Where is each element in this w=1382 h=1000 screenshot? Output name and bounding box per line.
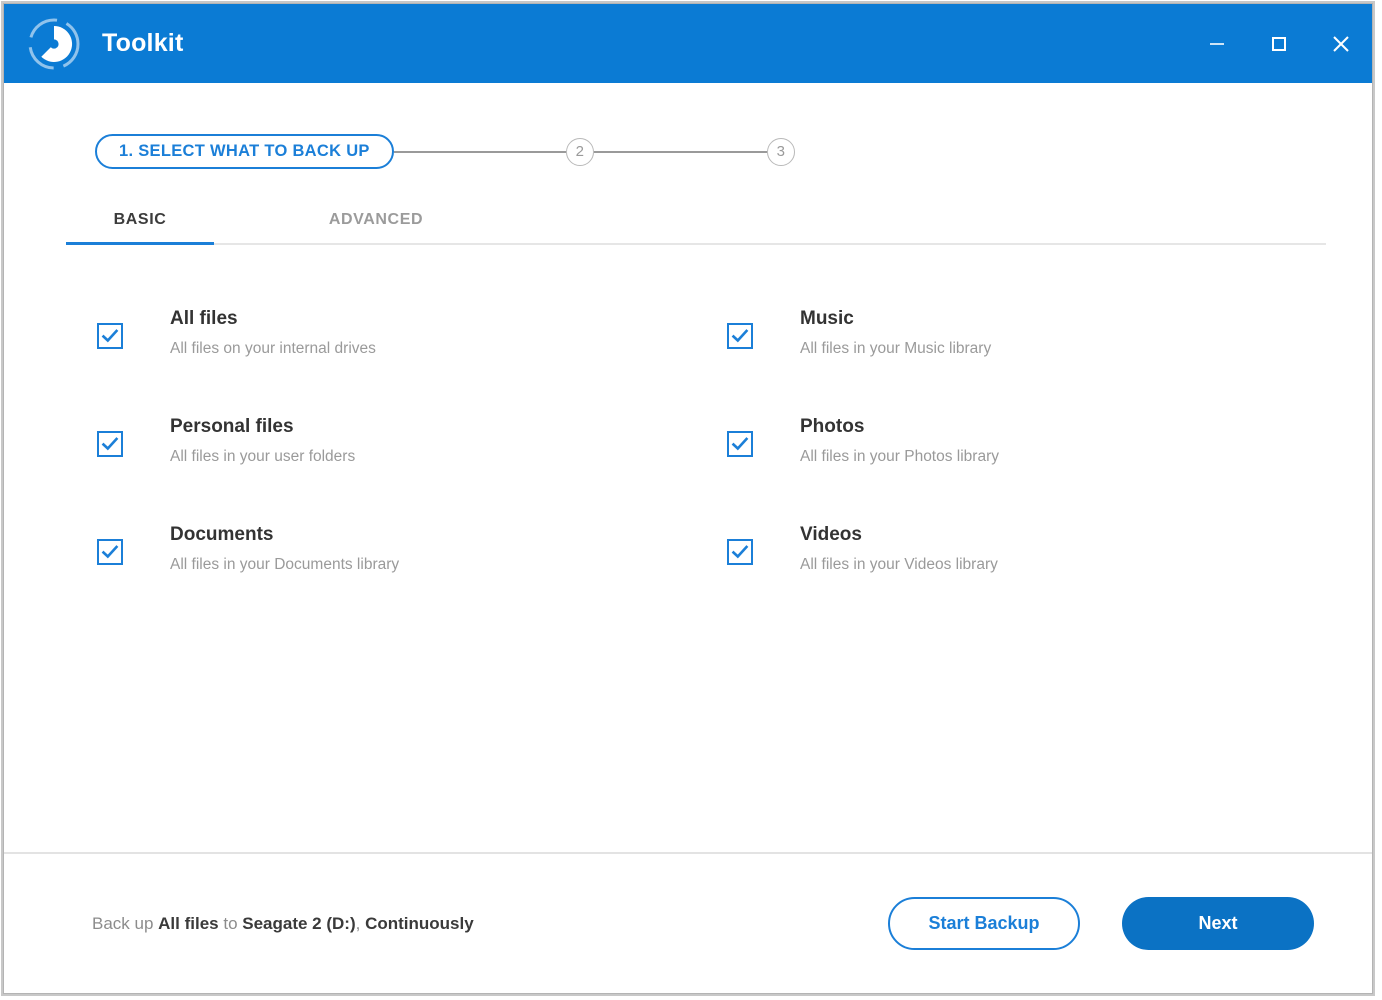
- step-3-circle[interactable]: 3: [766, 137, 795, 166]
- app-title: Toolkit: [102, 29, 184, 57]
- option-subtitle: All files in your Documents library: [170, 556, 400, 573]
- minimize-icon[interactable]: [1186, 4, 1248, 83]
- option-personal-files[interactable]: Personal files All files in your user fo…: [97, 415, 727, 523]
- main-content: 1. SELECT WHAT TO BACK UP 2 3 BASIC ADVA…: [4, 83, 1372, 852]
- toolkit-window: Toolkit 1. SELECT WHAT TO BACK UP 2 3 BA…: [3, 3, 1373, 994]
- option-videos[interactable]: Videos All files in your Videos library: [727, 523, 1357, 631]
- summary-what: All files: [158, 913, 219, 933]
- summary-schedule: Continuously: [365, 913, 474, 933]
- option-photos[interactable]: Photos All files in your Photos library: [727, 415, 1357, 523]
- footer-bar: Back up All files to Seagate 2 (D:), Con…: [4, 852, 1372, 993]
- summary-separator: ,: [355, 913, 366, 933]
- option-documents[interactable]: Documents All files in your Documents li…: [97, 523, 727, 631]
- footer-buttons: Start Backup Next: [888, 897, 1314, 950]
- option-text: All files All files on your internal dri…: [170, 307, 376, 359]
- option-title: Documents: [170, 524, 274, 545]
- step-1-select-what-to-back-up[interactable]: 1. SELECT WHAT TO BACK UP: [95, 134, 394, 169]
- tab-basic[interactable]: BASIC: [66, 211, 214, 245]
- option-title: All files: [170, 308, 238, 329]
- option-subtitle: All files in your Photos library: [800, 448, 999, 465]
- option-subtitle: All files in your Music library: [800, 340, 992, 357]
- option-title: Music: [800, 308, 854, 329]
- checkbox-videos[interactable]: [727, 539, 753, 565]
- step-indicator: 1. SELECT WHAT TO BACK UP 2 3: [95, 134, 1372, 169]
- start-backup-button[interactable]: Start Backup: [888, 897, 1080, 950]
- close-icon[interactable]: [1310, 4, 1372, 83]
- tab-bar: BASIC ADVANCED: [66, 211, 1326, 245]
- seagate-toolkit-logo-icon: [26, 16, 82, 72]
- checkbox-all-files[interactable]: [97, 323, 123, 349]
- step-2-circle[interactable]: 2: [565, 137, 594, 166]
- maximize-icon[interactable]: [1248, 4, 1310, 83]
- summary-prefix: Back up: [92, 913, 159, 933]
- checkbox-photos[interactable]: [727, 431, 753, 457]
- step-connector-1: [393, 150, 566, 153]
- option-text: Photos All files in your Photos library: [800, 415, 999, 467]
- option-subtitle: All files in your user folders: [170, 448, 356, 465]
- backup-summary-text: Back up All files to Seagate 2 (D:), Con…: [92, 914, 474, 934]
- title-bar: Toolkit: [4, 4, 1372, 83]
- option-title: Personal files: [170, 416, 294, 437]
- next-button[interactable]: Next: [1122, 897, 1314, 950]
- option-title: Photos: [800, 416, 865, 437]
- summary-destination: Seagate 2 (D:): [242, 913, 356, 933]
- checkbox-music[interactable]: [727, 323, 753, 349]
- option-all-files[interactable]: All files All files on your internal dri…: [97, 307, 727, 415]
- option-subtitle: All files in your Videos library: [800, 556, 998, 573]
- option-music[interactable]: Music All files in your Music library: [727, 307, 1357, 415]
- summary-middle: to: [218, 913, 243, 933]
- step-connector-2: [593, 150, 767, 153]
- tab-advanced[interactable]: ADVANCED: [276, 211, 476, 243]
- option-subtitle: All files on your internal drives: [170, 340, 376, 357]
- option-text: Documents All files in your Documents li…: [170, 523, 399, 575]
- option-text: Music All files in your Music library: [800, 307, 991, 359]
- option-text: Videos All files in your Videos library: [800, 523, 998, 575]
- option-title: Videos: [800, 524, 862, 545]
- checkbox-documents[interactable]: [97, 539, 123, 565]
- option-text: Personal files All files in your user fo…: [170, 415, 355, 467]
- checkbox-personal-files[interactable]: [97, 431, 123, 457]
- window-controls: [1186, 4, 1372, 83]
- backup-options-grid: All files All files on your internal dri…: [97, 307, 1372, 631]
